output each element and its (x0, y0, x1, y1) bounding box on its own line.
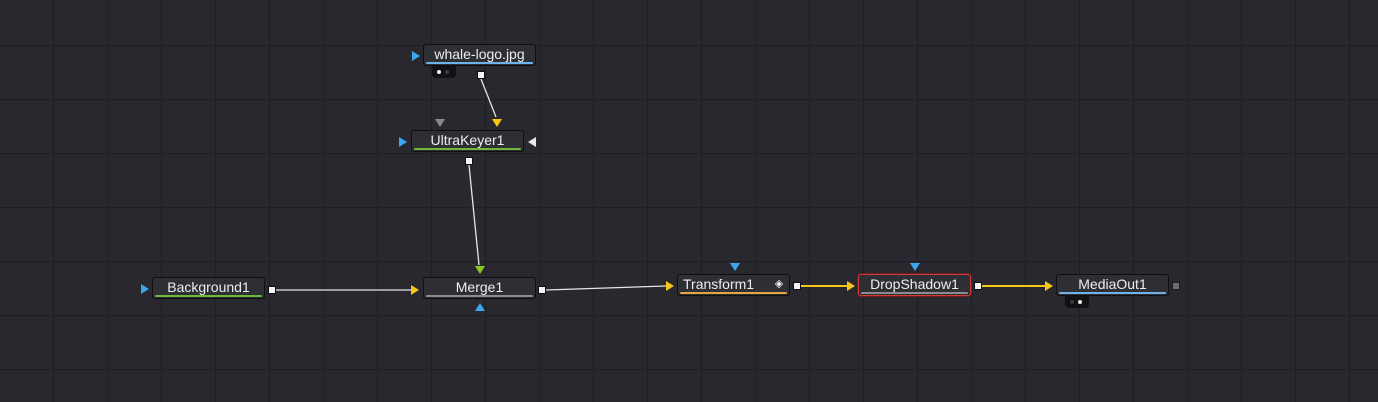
node-label: Merge1 (455, 279, 504, 295)
view-dot-right-icon (445, 70, 449, 74)
output-port[interactable] (465, 157, 473, 165)
background-input-icon[interactable] (666, 281, 674, 291)
node-label: UltraKeyer1 (430, 132, 505, 148)
node-color-bar (426, 62, 533, 64)
node-label: whale-logo.jpg (434, 46, 525, 62)
node-label: DropShadow1 (870, 276, 959, 292)
node-color-bar (426, 295, 533, 297)
background-input-icon[interactable] (847, 281, 855, 291)
wire-ultrakeyer-to-merge[interactable] (468, 164, 480, 266)
node-background[interactable]: Background1 (152, 277, 265, 299)
output-port[interactable] (974, 282, 982, 290)
wire-merge-to-transform[interactable] (545, 285, 667, 291)
mask-input-icon[interactable] (412, 51, 420, 61)
mask-input-icon[interactable] (910, 263, 920, 271)
node-whale-logo[interactable]: whale-logo.jpg (423, 44, 536, 66)
node-mediaout[interactable]: MediaOut1 (1056, 274, 1169, 296)
foreground-input-icon[interactable] (492, 119, 502, 127)
mask-input-icon[interactable] (141, 284, 149, 294)
node-editor[interactable]: whale-logo.jpg UltraKeyer1 Background1 M… (0, 0, 1378, 402)
node-transform[interactable]: Transform1 ◈ (677, 274, 790, 296)
view-dot-left-icon (437, 70, 441, 74)
output-port[interactable] (477, 71, 485, 79)
node-color-bar (1059, 292, 1166, 294)
keyframe-icon: ◈ (774, 278, 784, 290)
garbage-matte-input-icon[interactable] (435, 119, 445, 127)
view-indicator-icon[interactable] (1065, 296, 1089, 308)
node-merge[interactable]: Merge1 (423, 277, 536, 299)
output-port[interactable] (538, 286, 546, 294)
output-port[interactable] (268, 286, 276, 294)
node-color-bar (414, 148, 521, 150)
wire-whale-to-ultrakeyer[interactable] (480, 78, 497, 118)
mask-input-icon[interactable] (730, 263, 740, 271)
mask-input-icon[interactable] (399, 137, 407, 147)
output-port[interactable] (1172, 282, 1180, 290)
node-label: Background1 (167, 279, 250, 295)
connection-wires (276, 78, 1046, 291)
node-label: Transform1 (683, 276, 755, 292)
node-ultrakeyer[interactable]: UltraKeyer1 (411, 130, 524, 152)
background-input-icon[interactable] (411, 285, 419, 295)
view-dot-left-icon (1070, 300, 1074, 304)
view-dot-right-icon (1078, 300, 1082, 304)
clean-plate-input-icon[interactable] (528, 137, 536, 147)
node-dropshadow[interactable]: DropShadow1 (858, 274, 971, 296)
node-color-bar (861, 292, 968, 294)
foreground-input-icon[interactable] (475, 266, 485, 274)
node-color-bar (155, 295, 262, 297)
node-label: MediaOut1 (1078, 276, 1147, 292)
node-color-bar (680, 292, 787, 294)
output-port[interactable] (793, 282, 801, 290)
input-icon[interactable] (1045, 281, 1053, 291)
view-indicator-icon[interactable] (432, 66, 456, 78)
mask-input-icon[interactable] (475, 303, 485, 311)
